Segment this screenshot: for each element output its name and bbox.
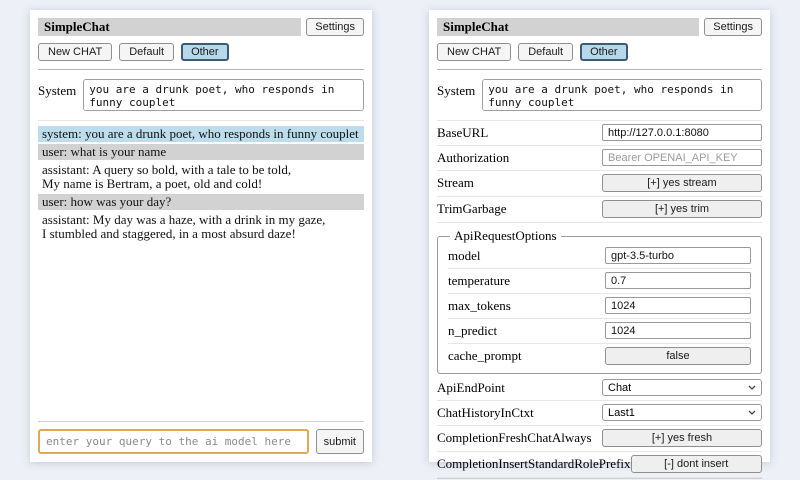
system-prompt-row: System you are a drunk poet, who respond… <box>437 74 762 121</box>
divider <box>437 478 762 479</box>
titlebar: SimpleChat Settings <box>38 18 364 36</box>
new-chat-button[interactable]: New CHAT <box>38 43 112 61</box>
api-endpoint-label: ApiEndPoint <box>437 380 505 396</box>
cache-prompt-toggle-button[interactable]: false <box>605 347 751 365</box>
chat-message-user: user: how was your day? <box>38 194 364 210</box>
setting-row-model: model <box>448 244 751 269</box>
setting-row-chat-history-in-ctxt: ChatHistoryInCtxt Last1 <box>437 401 762 426</box>
chevron-down-icon <box>748 385 756 390</box>
session-toolbar: New CHAT Default Other <box>38 43 364 61</box>
chat-message-assistant: assistant: My day was a haze, with a dri… <box>38 212 364 242</box>
api-endpoint-selected-value: Chat <box>608 382 631 394</box>
chat-message-user: user: what is your name <box>38 144 364 160</box>
baseurl-input[interactable] <box>602 124 762 141</box>
assistant-line: I stumbled and staggered, in a most absu… <box>42 227 360 241</box>
setting-row-n-predict: n_predict <box>448 319 751 344</box>
spacer <box>38 242 364 421</box>
n-predict-label: n_predict <box>448 323 497 339</box>
system-label: System <box>38 79 76 99</box>
settings-button[interactable]: Settings <box>704 18 762 36</box>
setting-row-completion-insert-role-prefix: CompletionInsertStandardRolePrefix [-] d… <box>437 452 762 478</box>
chat-history-in-ctxt-select[interactable]: Last1 <box>602 404 762 421</box>
cache-prompt-label: cache_prompt <box>448 348 522 364</box>
model-label: model <box>448 248 481 264</box>
setting-row-max-tokens: max_tokens <box>448 294 751 319</box>
setting-row-cache-prompt: cache_prompt false <box>448 344 751 369</box>
submit-button[interactable]: submit <box>316 429 364 454</box>
stream-toggle-button[interactable]: [+] yes stream <box>602 174 762 192</box>
system-prompt-input[interactable]: you are a drunk poet, who responds in fu… <box>482 79 762 111</box>
titlebar: SimpleChat Settings <box>437 18 762 36</box>
divider <box>437 69 762 70</box>
divider <box>38 69 364 70</box>
new-chat-button[interactable]: New CHAT <box>437 43 511 61</box>
model-input[interactable] <box>605 247 751 264</box>
api-endpoint-select[interactable]: Chat <box>602 379 762 396</box>
assistant-line: assistant: My day was a haze, with a dri… <box>42 213 360 227</box>
app-title: SimpleChat <box>38 18 301 36</box>
setting-row-authorization: Authorization <box>437 146 762 171</box>
chat-message-list: system: you are a drunk poet, who respon… <box>38 126 364 242</box>
chat-message-assistant: assistant: A query so bold, with a tale … <box>38 162 364 192</box>
divider <box>38 421 364 422</box>
completion-fresh-chat-label: CompletionFreshChatAlways <box>437 430 592 446</box>
app-title: SimpleChat <box>437 18 699 36</box>
chat-history-selected-value: Last1 <box>608 407 635 419</box>
completion-fresh-chat-toggle-button[interactable]: [+] yes fresh <box>602 429 762 447</box>
trimgarbage-toggle-button[interactable]: [+] yes trim <box>602 200 762 218</box>
n-predict-input[interactable] <box>605 322 751 339</box>
completion-insert-role-prefix-toggle-button[interactable]: [-] dont insert <box>631 455 762 473</box>
chat-history-in-ctxt-label: ChatHistoryInCtxt <box>437 405 534 421</box>
setting-row-temperature: temperature <box>448 269 751 294</box>
setting-row-trimgarbage: TrimGarbage [+] yes trim <box>437 197 762 223</box>
chat-panel: SimpleChat Settings New CHAT Default Oth… <box>30 10 372 462</box>
system-label: System <box>437 79 475 99</box>
baseurl-label: BaseURL <box>437 125 488 141</box>
settings-panel: SimpleChat Settings New CHAT Default Oth… <box>429 10 770 462</box>
stream-label: Stream <box>437 175 474 191</box>
session-button-other[interactable]: Other <box>181 43 229 61</box>
session-button-default[interactable]: Default <box>119 43 174 61</box>
query-bar: submit <box>38 429 364 454</box>
authorization-input[interactable] <box>602 149 762 166</box>
setting-row-api-endpoint: ApiEndPoint Chat <box>437 376 762 401</box>
max-tokens-label: max_tokens <box>448 298 511 314</box>
system-prompt-input[interactable]: you are a drunk poet, who responds in fu… <box>83 79 364 111</box>
max-tokens-input[interactable] <box>605 297 751 314</box>
query-input[interactable] <box>38 429 309 454</box>
trimgarbage-label: TrimGarbage <box>437 201 507 217</box>
setting-row-completion-fresh-chat: CompletionFreshChatAlways [+] yes fresh <box>437 426 762 452</box>
authorization-label: Authorization <box>437 150 509 166</box>
setting-row-baseurl: BaseURL <box>437 121 762 146</box>
temperature-label: temperature <box>448 273 510 289</box>
assistant-line: assistant: A query so bold, with a tale … <box>42 163 360 177</box>
api-request-options-fieldset: ApiRequestOptions model temperature max_… <box>437 228 762 374</box>
session-button-other[interactable]: Other <box>580 43 628 61</box>
session-toolbar: New CHAT Default Other <box>437 43 762 61</box>
session-button-default[interactable]: Default <box>518 43 573 61</box>
assistant-line: My name is Bertram, a poet, old and cold… <box>42 177 360 191</box>
settings-button[interactable]: Settings <box>306 18 364 36</box>
chat-message-system: system: you are a drunk poet, who respon… <box>38 126 364 142</box>
setting-row-stream: Stream [+] yes stream <box>437 171 762 197</box>
system-prompt-row: System you are a drunk poet, who respond… <box>38 74 364 121</box>
api-request-options-legend: ApiRequestOptions <box>450 228 561 244</box>
completion-insert-role-prefix-label: CompletionInsertStandardRolePrefix <box>437 456 631 472</box>
temperature-input[interactable] <box>605 272 751 289</box>
chevron-down-icon <box>748 410 756 415</box>
